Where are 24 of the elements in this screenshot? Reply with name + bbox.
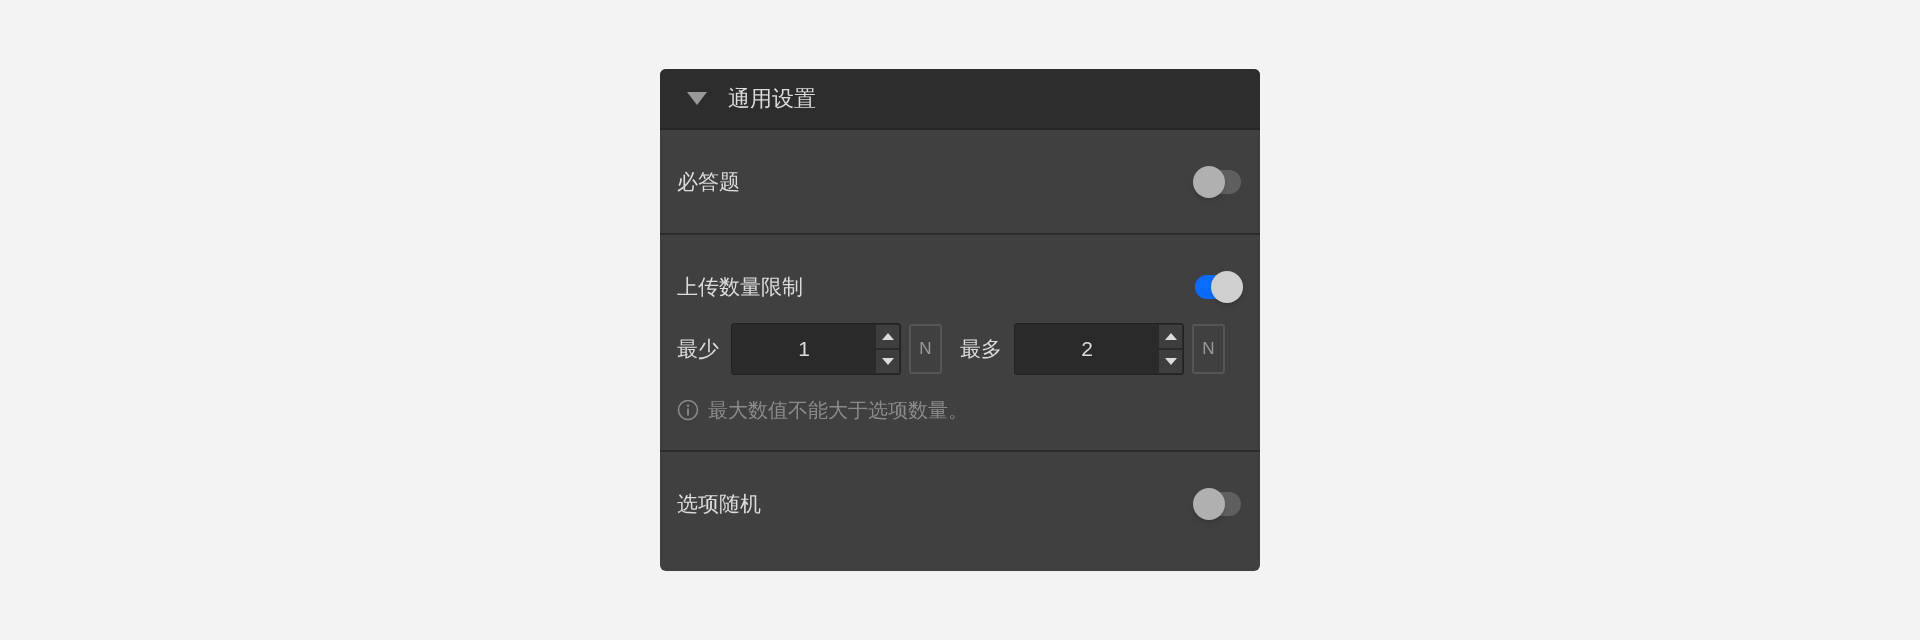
caret-up-icon bbox=[881, 333, 894, 340]
hint-text: 最大数值不能大于选项数量。 bbox=[708, 398, 968, 423]
increment-button[interactable] bbox=[876, 325, 899, 348]
info-icon bbox=[677, 399, 699, 421]
number-field[interactable]: 1 bbox=[731, 323, 901, 375]
toggle-switch[interactable] bbox=[1193, 487, 1243, 520]
unit-button[interactable]: N bbox=[1192, 324, 1225, 374]
number-field[interactable]: 2 bbox=[1014, 323, 1184, 375]
increment-button[interactable] bbox=[1159, 325, 1182, 348]
decrement-button[interactable] bbox=[876, 350, 899, 373]
toggle-switch[interactable] bbox=[1193, 270, 1243, 303]
decrement-button[interactable] bbox=[1159, 350, 1182, 373]
toggle-switch[interactable] bbox=[1193, 165, 1243, 198]
caret-down-icon bbox=[1164, 358, 1177, 365]
section-title: 通用设置 bbox=[728, 85, 816, 113]
setting-label: 必答题 bbox=[677, 168, 740, 195]
setting-label: 选项随机 bbox=[677, 490, 761, 517]
section-header[interactable]: 通用设置 bbox=[660, 69, 1260, 130]
field-label: 最少 bbox=[677, 336, 719, 363]
field-label: 最多 bbox=[960, 336, 1002, 363]
caret-down-icon bbox=[881, 358, 894, 365]
caret-up-icon bbox=[1164, 333, 1177, 340]
unit-button[interactable]: N bbox=[909, 324, 942, 374]
setting-label: 上传数量限制 bbox=[677, 273, 803, 300]
